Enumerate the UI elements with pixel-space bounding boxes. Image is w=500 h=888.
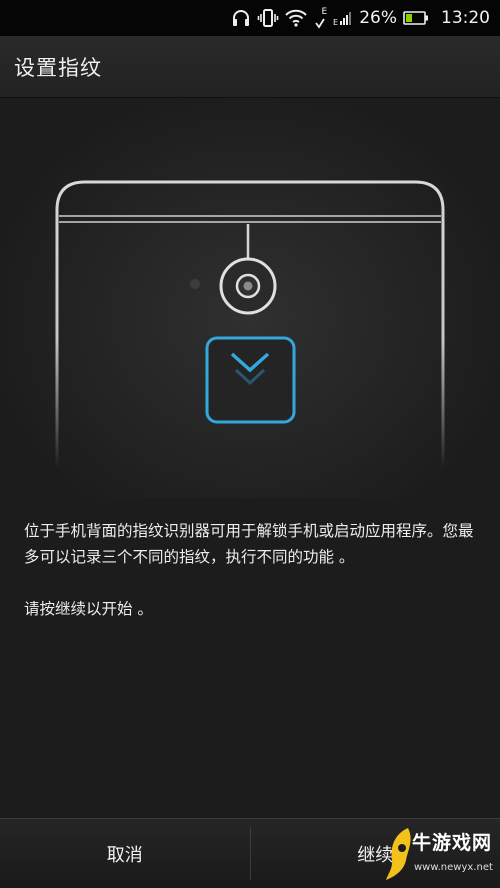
watermark-logo: 牛游戏网 www.newyx.net bbox=[384, 822, 496, 886]
instruction-paragraph: 位于手机背面的指纹识别器可用于解锁手机或启动应用程序。您最多可以记录三个不同的指… bbox=[24, 522, 474, 566]
battery-percentage: 26% bbox=[359, 8, 397, 28]
cancel-button[interactable]: 取消 bbox=[0, 819, 250, 888]
fingerprint-sensor-icon bbox=[205, 336, 296, 424]
page-title: 设置指纹 bbox=[14, 55, 102, 80]
status-bar: E E 26% 13:20 bbox=[0, 0, 500, 36]
start-prompt: 请按继续以开始 。 bbox=[24, 600, 153, 618]
headphones-icon bbox=[231, 7, 251, 29]
app-header: 设置指纹 bbox=[0, 36, 500, 98]
watermark-title: 牛游戏网 bbox=[412, 832, 493, 854]
clock: 13:20 bbox=[441, 8, 490, 28]
svg-text:E: E bbox=[333, 18, 338, 26]
signal-icon: E bbox=[333, 7, 353, 29]
instructions-text: 位于手机背面的指纹识别器可用于解锁手机或启动应用程序。您最多可以记录三个不同的指… bbox=[24, 518, 479, 622]
data-arrows-icon: E bbox=[313, 7, 327, 29]
phone-back-illustration bbox=[0, 98, 500, 498]
watermark-url: www.newyx.net bbox=[414, 862, 493, 873]
network-type-label: E bbox=[321, 6, 328, 17]
flash-icon bbox=[190, 279, 200, 289]
battery-icon bbox=[403, 7, 429, 29]
camera-icon bbox=[219, 224, 277, 315]
vibrate-icon bbox=[257, 7, 279, 29]
phone-outline bbox=[55, 180, 445, 468]
wifi-icon bbox=[285, 7, 307, 29]
